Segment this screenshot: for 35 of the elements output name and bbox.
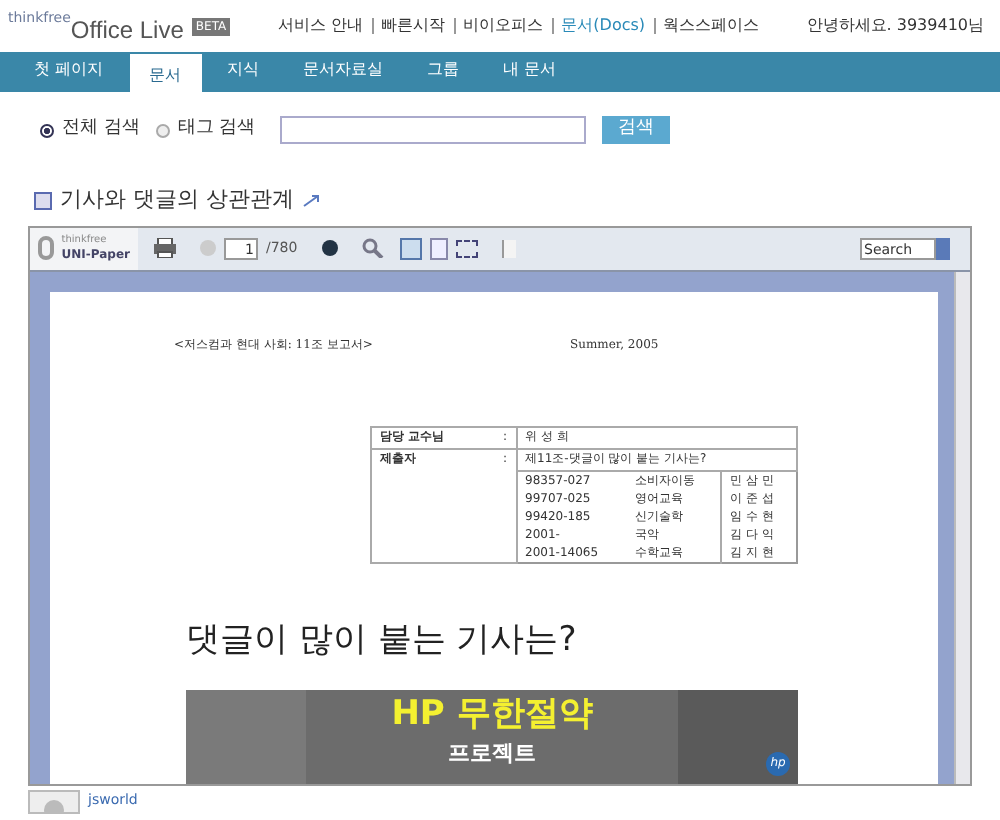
radio-button[interactable] — [155, 123, 170, 137]
document-title: 기사와 댓글의 상관관계 — [60, 184, 294, 216]
nav-tab[interactable]: 첫 페이지 — [16, 54, 122, 92]
nav-tab[interactable]: 지식 — [209, 54, 278, 92]
nav-tab[interactable]: 문서 — [129, 54, 202, 92]
page-big-title: 댓글이 많이 붙는 기사는? — [186, 617, 579, 663]
logo-ring-icon — [38, 236, 54, 260]
greeting-text: 안녕하세요. 3939410님 — [806, 14, 984, 38]
radio-label: 전체 검색 — [62, 116, 140, 143]
nav-link[interactable]: 문서(Docs) — [561, 14, 646, 38]
fit-width-icon[interactable] — [399, 237, 422, 259]
next-icon[interactable] — [321, 240, 338, 256]
document-icon — [34, 191, 52, 210]
nav-link[interactable]: 빠른시작 — [381, 14, 446, 38]
text-icon[interactable] — [501, 239, 516, 257]
ad-headline: HP 무한절약 — [391, 691, 593, 737]
link-icon[interactable] — [302, 193, 320, 208]
nav-link[interactable]: 비이오피스 — [463, 14, 544, 38]
radio-button[interactable] — [40, 123, 54, 137]
nav-link[interactable]: 웍스스페이스 — [663, 14, 760, 38]
ad-subtitle: 프로젝트 — [448, 737, 536, 769]
dropdown-button[interactable] — [936, 237, 950, 259]
avatar-icon[interactable] — [28, 789, 80, 813]
brand-logo[interactable]: Office Live — [70, 12, 184, 48]
zoom-icon[interactable] — [361, 238, 384, 258]
nav-link[interactable]: 서비스 안내 — [278, 14, 364, 38]
print-icon[interactable] — [154, 238, 176, 258]
fit-page-icon[interactable] — [455, 239, 478, 257]
fit-height-icon[interactable] — [429, 237, 448, 259]
scrollbar[interactable] — [954, 271, 970, 783]
nav-tab[interactable]: 그룹 — [409, 54, 478, 92]
radio-label: 태그 검색 — [177, 116, 256, 143]
search-field[interactable] — [279, 116, 586, 144]
nav-tab[interactable]: 내 문서 — [485, 54, 575, 92]
nav-tab[interactable]: 문서자료실 — [285, 54, 402, 92]
